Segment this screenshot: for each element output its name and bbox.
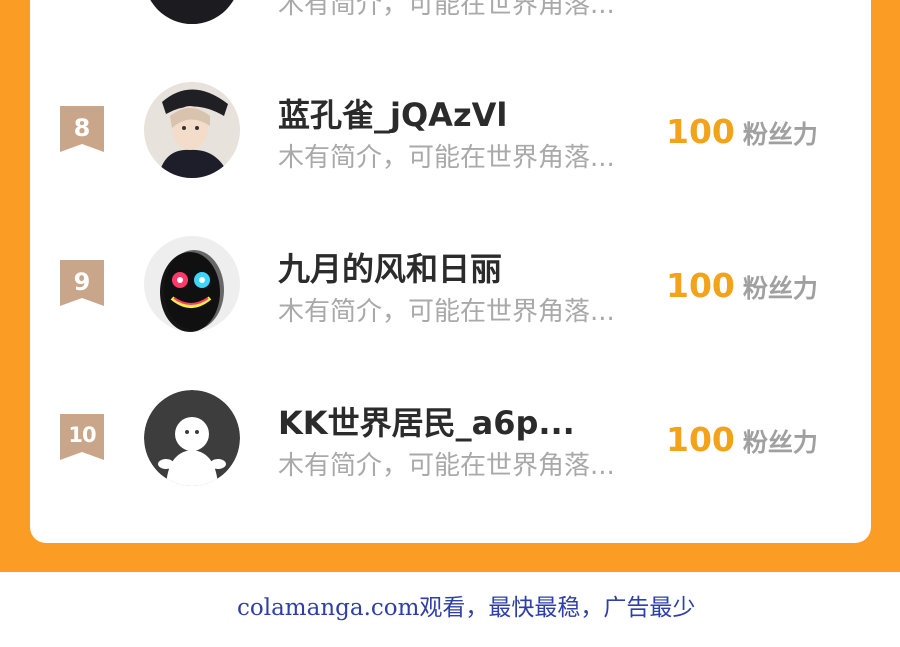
ranking-row[interactable]: 9 九月的风和日丽 木有简介，可能在世界角落... 100 粉丝力 [30,224,871,344]
rank-badge: 10 [60,414,104,460]
avatar[interactable] [144,236,240,332]
user-name[interactable]: 蓝孔雀_jQAzVl [278,90,507,136]
rank-number: 8 [73,114,91,142]
user-bio: 木有简介，可能在世界角落... [278,143,615,173]
user-name[interactable]: 九月的风和日丽 [278,244,502,290]
ranking-row[interactable]: 木有简介，可能在世界角落... [30,0,871,60]
ranking-row[interactable]: 10 KK世界居民_a6p... 木有简介，可能在世界角落... 100 粉丝力 [30,378,871,498]
fan-power-label: 粉丝力 [742,428,818,457]
rank-number: 9 [73,268,91,296]
ranking-panel-background: 木有简介，可能在世界角落... 8 蓝孔雀_jQAzVl 木有简介，可能在世界角… [0,0,900,572]
site-watermark: colamanga.com观看，最快最稳，广告最少 [237,595,696,621]
rank-badge: 8 [60,106,104,152]
user-bio: 木有简介，可能在世界角落... [278,451,615,481]
avatar[interactable] [144,82,240,178]
fan-power-value: 100 [666,266,735,305]
user-bio: 木有简介，可能在世界角落... [278,297,615,327]
fan-power-value: 100 [666,112,735,151]
rank-badge: 9 [60,260,104,306]
fan-power: 100 粉丝力 [666,112,818,151]
ranking-card: 木有简介，可能在世界角落... 8 蓝孔雀_jQAzVl 木有简介，可能在世界角… [30,0,871,543]
avatar[interactable] [144,390,240,486]
fan-power-label: 粉丝力 [742,120,818,149]
user-bio: 木有简介，可能在世界角落... [278,0,615,20]
fan-power: 100 粉丝力 [666,266,818,305]
fan-power-label: 粉丝力 [742,274,818,303]
fan-power: 100 粉丝力 [666,420,818,459]
avatar[interactable] [144,0,240,24]
ranking-row[interactable]: 8 蓝孔雀_jQAzVl 木有简介，可能在世界角落... 100 粉丝力 [30,70,871,190]
user-name[interactable]: KK世界居民_a6p... [278,398,575,444]
rank-number: 10 [68,423,96,447]
fan-power-value: 100 [666,420,735,459]
